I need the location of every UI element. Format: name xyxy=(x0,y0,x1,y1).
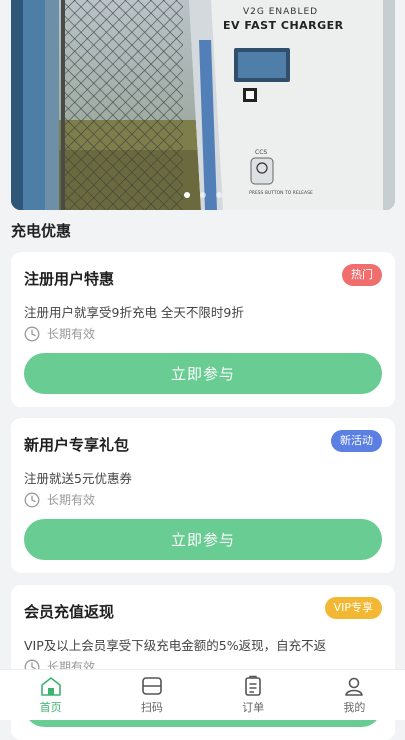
charger-text-ccs: CCS xyxy=(255,149,267,156)
banner-dot[interactable] xyxy=(216,192,222,198)
scan-icon xyxy=(142,677,162,695)
offer-validity: 长期有效 xyxy=(24,491,95,508)
join-button[interactable]: 立即参与 xyxy=(24,353,382,394)
offer-card-new-user: 新用户专享礼包 新活动 注册就送5元优惠券 长期有效 立即参与 xyxy=(11,418,395,573)
clock-icon xyxy=(24,326,40,341)
offer-title: 会员充值返现 xyxy=(24,603,115,621)
validity-text: 长期有效 xyxy=(47,493,96,507)
section-title: 充电优惠 xyxy=(11,222,72,240)
banner-image: V2G ENABLED EV FAST CHARGER CCS PRESS BU… xyxy=(11,0,395,210)
tab-label: 首页 xyxy=(39,701,62,714)
offer-title: 注册用户特惠 xyxy=(24,270,115,288)
hot-badge: 热门 xyxy=(342,264,382,286)
offer-title: 新用户专享礼包 xyxy=(24,436,130,454)
offer-description: VIP及以上会员享受下级充电金额的5%返现，自充不返 xyxy=(24,638,327,653)
clock-icon xyxy=(24,492,40,507)
profile-icon xyxy=(345,677,364,696)
tab-orders[interactable]: 订单 xyxy=(203,670,304,720)
banner-dot[interactable] xyxy=(184,192,190,198)
new-activity-badge: 新活动 xyxy=(331,430,382,452)
tab-scan[interactable]: 扫码 xyxy=(101,670,202,720)
tab-profile[interactable]: 我的 xyxy=(304,670,405,720)
vip-badge: VIP专享 xyxy=(324,597,382,619)
banner-pagination xyxy=(11,192,395,198)
offer-description: 注册就送5元优惠券 xyxy=(24,471,132,486)
charger-text-v2g: V2G ENABLED xyxy=(243,7,318,17)
promo-banner[interactable]: V2G ENABLED EV FAST CHARGER CCS PRESS BU… xyxy=(11,0,395,210)
validity-text: 长期有效 xyxy=(47,327,96,341)
offer-validity: 长期有效 xyxy=(24,325,95,342)
home-icon xyxy=(40,677,61,696)
offer-description: 注册用户就享受9折充电 全天不限时9折 xyxy=(24,305,244,320)
banner-dot[interactable] xyxy=(200,192,206,198)
tab-home[interactable]: 首页 xyxy=(0,670,101,720)
tab-label: 我的 xyxy=(343,701,366,714)
join-button[interactable]: 立即参与 xyxy=(24,519,382,560)
tab-label: 扫码 xyxy=(140,701,163,714)
charger-text-title: EV FAST CHARGER xyxy=(223,19,344,32)
order-icon xyxy=(245,675,261,696)
tab-label: 订单 xyxy=(242,701,265,714)
offer-card-registered: 注册用户特惠 热门 注册用户就享受9折充电 全天不限时9折 长期有效 立即参与 xyxy=(11,252,395,407)
bottom-tab-bar: 首页 扫码 订单 我的 xyxy=(0,669,405,720)
